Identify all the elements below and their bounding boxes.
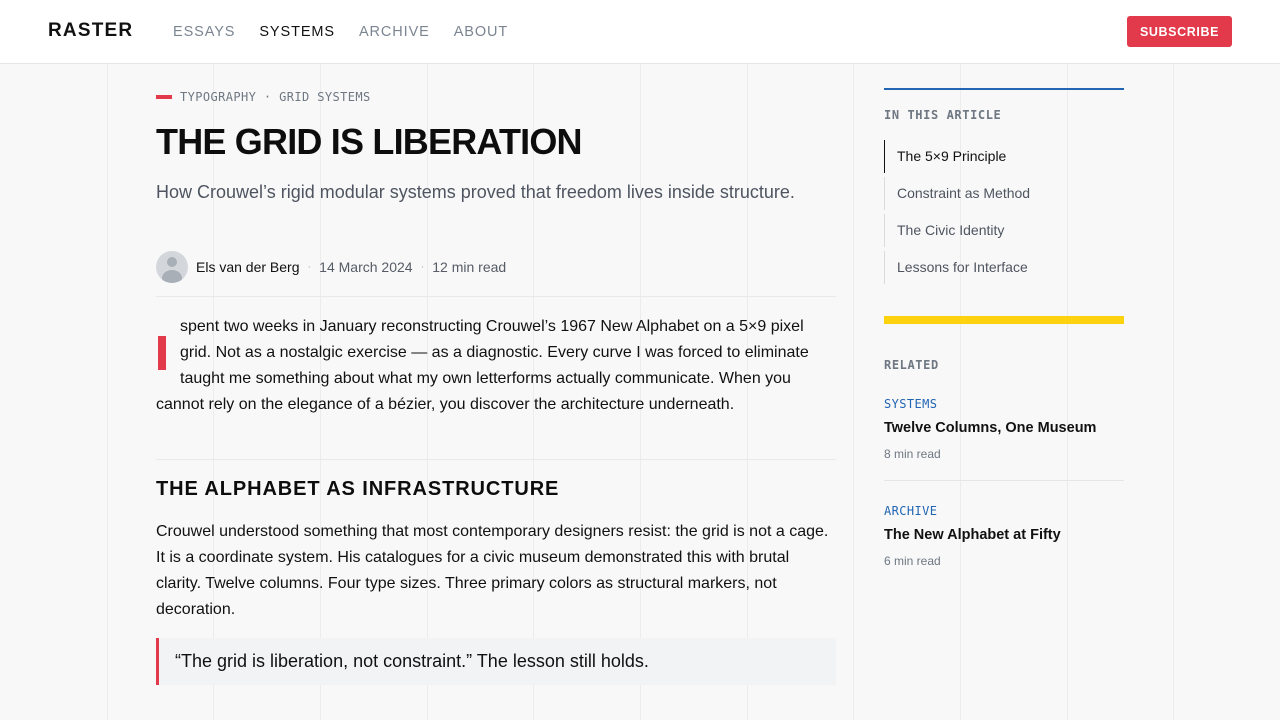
lede-paragraph: spent two weeks in January reconstructin…	[156, 314, 836, 418]
related-title[interactable]: The New Alphabet at Fifty	[884, 527, 1124, 543]
nav-about[interactable]: ABOUT	[454, 23, 508, 41]
article-title: THE GRID IS LIBERATION	[156, 121, 583, 162]
toc-item-5x9-principle[interactable]: The 5×9 Principle	[884, 140, 1124, 173]
related-read-time: 6 min read	[884, 554, 941, 568]
toc-heading: IN THIS ARTICLE	[884, 108, 1002, 122]
article-kicker: TYPOGRAPHY · GRID SYSTEMS	[156, 90, 371, 104]
divider	[884, 480, 1124, 481]
publish-date: 14 March 2024	[319, 259, 413, 275]
yellow-accent-bar	[884, 316, 1124, 324]
related-category: ARCHIVE	[884, 504, 938, 518]
related-article[interactable]: ARCHIVE The New Alphabet at Fifty 6 min …	[884, 504, 1124, 568]
byline: Els van der Berg · 14 March 2024 · 12 mi…	[156, 251, 506, 283]
avatar-body-shape	[162, 270, 182, 283]
read-time: 12 min read	[432, 259, 507, 275]
section-heading: THE ALPHABET AS INFRASTRUCTURE	[156, 478, 560, 500]
pull-quote: “The grid is liberation, not constraint.…	[156, 638, 836, 685]
author-name[interactable]: Els van der Berg	[196, 259, 300, 275]
nav-essays[interactable]: ESSAYS	[173, 23, 235, 41]
toc-item-civic-identity[interactable]: The Civic Identity	[884, 214, 1124, 247]
kicker-accent-bar	[156, 95, 172, 99]
site-logo[interactable]: RASTER	[48, 20, 133, 42]
main-nav: ESSAYS SYSTEMS ARCHIVE ABOUT	[173, 23, 532, 41]
article-subtitle: How Crouwel’s rigid modular systems prov…	[156, 182, 795, 202]
nav-archive[interactable]: ARCHIVE	[359, 23, 430, 41]
author-avatar[interactable]	[156, 251, 188, 283]
byline-separator: ·	[420, 261, 425, 273]
lede-text: spent two weeks in January reconstructin…	[156, 318, 809, 413]
toc-item-constraint-as-method[interactable]: Constraint as Method	[884, 177, 1124, 210]
related-title[interactable]: Twelve Columns, One Museum	[884, 420, 1124, 436]
drop-cap-i	[158, 336, 166, 370]
nav-systems[interactable]: SYSTEMS	[259, 23, 335, 41]
sidebar-top-rule	[884, 88, 1124, 90]
byline-separator: ·	[307, 261, 312, 273]
body-paragraph: Crouwel understood something that most c…	[156, 523, 829, 618]
kicker-text[interactable]: TYPOGRAPHY · GRID SYSTEMS	[180, 90, 371, 104]
avatar-head-shape	[167, 257, 177, 267]
divider	[156, 296, 836, 297]
related-article[interactable]: SYSTEMS Twelve Columns, One Museum 8 min…	[884, 397, 1124, 461]
related-read-time: 8 min read	[884, 447, 941, 461]
subscribe-button[interactable]: SUBSCRIBE	[1127, 16, 1232, 47]
related-heading: RELATED	[884, 358, 939, 372]
table-of-contents: The 5×9 Principle Constraint as Method T…	[884, 140, 1124, 288]
toc-item-lessons-for-interface[interactable]: Lessons for Interface	[884, 251, 1124, 284]
related-category: SYSTEMS	[884, 397, 938, 411]
top-navigation-bar: RASTER ESSAYS SYSTEMS ARCHIVE ABOUT SUBS…	[0, 0, 1280, 64]
divider	[156, 459, 836, 460]
